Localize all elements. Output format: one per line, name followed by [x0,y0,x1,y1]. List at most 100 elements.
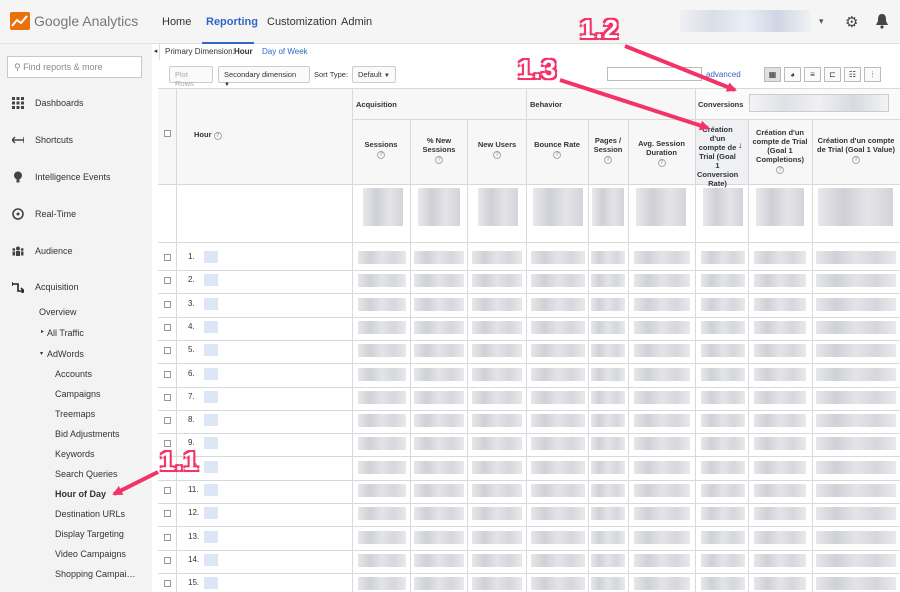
pivot-view-icon[interactable]: ⦙ [864,67,881,82]
hour-value[interactable] [204,530,218,543]
table-search-input[interactable] [607,67,702,81]
sidebar-item-adwords[interactable]: AdWords [47,349,84,359]
sidebar-item-search-queries[interactable]: Search Queries [55,469,118,479]
sidebar-item-acquisition[interactable]: Acquisition [12,281,79,293]
caret-down-icon[interactable]: ▾ [40,350,43,357]
hour-value[interactable] [204,577,218,590]
sidebar-item-video-campaigns[interactable]: Video Campaigns [55,549,126,559]
secondary-dimension-dropdown[interactable]: Secondary dimension ▼ [218,66,310,88]
sidebar-item-all-traffic[interactable]: All Traffic [47,328,84,338]
column-bounce-rate[interactable]: Bounce Rate ? [528,140,586,159]
hour-value[interactable] [204,460,218,473]
hour-value[interactable] [204,251,218,263]
pie-view-icon[interactable]: ◕ [784,67,801,82]
row-checkbox[interactable] [164,277,171,285]
help-icon[interactable]: ? [435,156,443,164]
hour-value[interactable] [204,484,218,496]
column-value[interactable]: Création d'un compte de Trial (Goal 1 Va… [815,136,897,164]
table-cell [358,460,406,474]
hour-value[interactable] [204,390,218,403]
help-icon[interactable]: ? [776,166,784,174]
column-new-sessions[interactable]: % New Sessions ? [413,136,465,164]
row-checkbox[interactable] [164,347,171,355]
sidebar-item-audience[interactable]: Audience [12,245,73,257]
annotation-label-1-1: 1.1 [160,446,200,476]
column-completions[interactable]: Création d'un compte de Trial (Goal 1 Co… [750,128,810,174]
dimension-hour[interactable]: Hour [234,47,253,56]
sidebar-item-display-targeting[interactable]: Display Targeting [55,529,124,539]
gear-icon[interactable]: ⚙ [845,13,858,31]
hour-value[interactable] [204,297,218,310]
sidebar-item-destination-urls[interactable]: Destination URLs [55,509,125,519]
row-checkbox[interactable] [164,580,171,588]
performance-view-icon[interactable]: ≡ [804,67,821,82]
sidebar-item-bid-adjustments[interactable]: Bid Adjustments [55,429,120,439]
row-checkbox[interactable] [164,556,171,564]
row-checkbox[interactable] [164,510,171,518]
hour-value[interactable] [204,507,218,520]
help-icon[interactable]: ? [377,151,385,159]
help-icon[interactable]: ? [553,151,561,159]
row-checkbox[interactable] [164,487,171,494]
help-icon[interactable]: ? [493,151,501,159]
sort-arrow-icon[interactable]: ↓ [738,140,743,150]
collapse-sidebar-button[interactable]: ◂ [152,44,160,60]
help-icon[interactable]: ? [604,156,612,164]
row-checkbox[interactable] [164,323,171,331]
caret-right-icon[interactable]: ▸ [41,328,44,335]
help-icon[interactable]: ? [213,132,222,140]
totals-cell [756,188,804,226]
google-analytics-logo[interactable]: Google Analytics [10,12,138,30]
column-pages-session[interactable]: Pages / Session ? [589,136,627,164]
table-cell [414,390,464,404]
hour-value[interactable] [204,553,218,566]
row-checkbox[interactable] [164,300,171,308]
column-new-users[interactable]: New Users ? [470,140,524,159]
data-table: Acquisition Behavior Conversions Hour ? … [158,88,900,592]
sidebar-item-treemaps[interactable]: Treemaps [55,409,95,419]
plot-rows-button[interactable]: Plot Rows [169,66,213,88]
hour-value[interactable] [204,344,218,357]
conversions-goal-selector[interactable] [749,94,889,112]
sidebar-item-dashboards[interactable]: Dashboards [12,97,84,109]
hour-value[interactable] [204,414,218,427]
sidebar-item-accounts[interactable]: Accounts [55,369,92,379]
search-input[interactable]: ⚲ Find reports & more [7,56,142,78]
sidebar-item-overview[interactable]: Overview [39,307,77,317]
advanced-filter-link[interactable]: advanced [706,70,741,79]
sidebar-item-hour-of-day[interactable]: Hour of Day [55,489,106,499]
hour-value[interactable] [204,367,218,380]
term-cloud-view-icon[interactable]: ☷ [844,67,861,82]
sidebar-item-intelligence-events[interactable]: Intelligence Events [12,171,111,183]
tab-customization[interactable]: Customization [267,16,337,28]
hour-value[interactable] [204,437,218,450]
column-sessions[interactable]: Sessions ? [354,140,408,159]
row-checkbox[interactable] [164,533,171,541]
tab-reporting[interactable]: Reporting [206,16,258,28]
dimension-day-of-week[interactable]: Day of Week [262,47,308,56]
comparison-view-icon[interactable]: ⊏ [824,67,841,82]
select-all-checkbox[interactable] [164,130,171,137]
chevron-down-icon[interactable]: ▾ [819,16,824,27]
table-view-icon[interactable]: ▦ [764,67,781,82]
row-checkbox[interactable] [164,417,171,425]
tab-home[interactable]: Home [162,16,191,28]
account-selector[interactable] [680,10,810,32]
sidebar-item-real-time[interactable]: Real-Time [12,208,76,220]
sidebar-item-campaigns[interactable]: Campaigns [55,389,101,399]
tab-admin[interactable]: Admin [341,16,372,28]
bell-icon[interactable] [875,13,889,29]
row-checkbox[interactable] [164,254,171,261]
sidebar-item-shopping-campaigns[interactable]: Shopping Campai… [55,569,136,579]
hour-value[interactable] [204,320,218,333]
column-avg-duration[interactable]: Avg. Session Duration ? [630,139,693,167]
help-icon[interactable]: ? [657,159,666,167]
help-icon[interactable]: ? [852,156,860,164]
sidebar-item-shortcuts[interactable]: Shortcuts [12,134,73,146]
sort-type-dropdown[interactable]: Default ▼ [352,66,396,83]
row-checkbox[interactable] [164,370,171,378]
column-hour[interactable]: Hour ? [194,130,222,140]
hour-value[interactable] [204,274,218,287]
row-checkbox[interactable] [164,393,171,401]
sidebar-item-keywords[interactable]: Keywords [55,449,95,459]
